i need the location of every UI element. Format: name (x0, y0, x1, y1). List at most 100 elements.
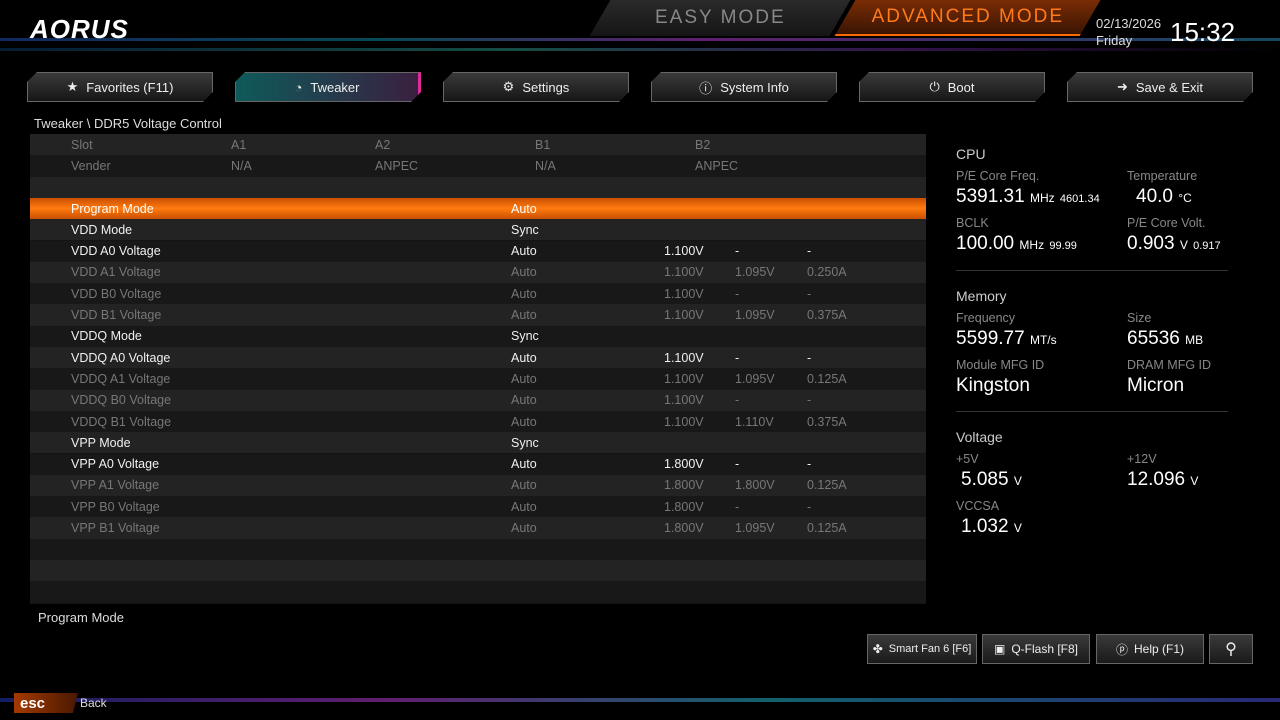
slot-cell: Slot (71, 138, 93, 152)
measured-voltage: - (735, 393, 739, 407)
date-display: 02/13/2026Friday (1096, 15, 1161, 49)
setting-row[interactable]: VDDQ ModeSync (30, 326, 926, 347)
slot-cell: A2 (375, 138, 390, 152)
memory-section-title: Memory (956, 288, 1007, 304)
easy-mode-label: EASY MODE (655, 7, 786, 29)
setting-label: VPP B1 Voltage (71, 521, 160, 535)
cpu-temp: 40.0 °C (1136, 186, 1192, 208)
setting-label: VPP B0 Voltage (71, 500, 160, 514)
tab-tweaker[interactable]: ◔Tweaker (235, 72, 421, 102)
mem-size-label: Size (1127, 311, 1151, 325)
cpu-freq-label: P/E Core Freq. (956, 169, 1039, 183)
q-flash-button[interactable]: ▣Q-Flash [F8] (982, 634, 1090, 664)
setting-row[interactable]: VDDQ A0 VoltageAuto1.100V-- (30, 347, 926, 368)
vccsa: 1.032 V (961, 516, 1022, 538)
measured-voltage: - (735, 500, 739, 514)
slot-cell: Vender (71, 159, 111, 173)
label: Help (F1) (1134, 642, 1184, 656)
help-text: Program Mode (38, 610, 124, 625)
setting-value: Auto (511, 478, 537, 492)
divider (956, 270, 1228, 271)
current-reading: - (807, 287, 811, 301)
value: 5.085 (961, 469, 1009, 490)
target-voltage: 1.100V (664, 308, 704, 322)
setting-label: VDDQ A0 Voltage (71, 351, 170, 365)
esc-button[interactable]: esc (14, 693, 78, 713)
setting-value: Auto (511, 244, 537, 258)
measured-voltage: - (735, 457, 739, 471)
info-icon: ⓘ (699, 78, 712, 97)
setting-label: VDDQ B0 Voltage (71, 393, 171, 407)
bclk-secondary: 99.99 (1049, 240, 1077, 252)
value: 65536 (1127, 328, 1180, 349)
setting-value: Sync (511, 436, 539, 450)
setting-row[interactable]: VPP ModeSync (30, 432, 926, 453)
advanced-mode-button[interactable]: ADVANCED MODE (835, 0, 1101, 36)
setting-row[interactable]: VPP A0 VoltageAuto1.800V-- (30, 454, 926, 475)
current-reading: 0.125A (807, 478, 847, 492)
setting-value: Auto (511, 351, 537, 365)
setting-value: Auto (511, 372, 537, 386)
setting-label: VDD B0 Voltage (71, 287, 161, 301)
setting-row[interactable]: VDD ModeSync (30, 219, 926, 240)
help-button[interactable]: ⓟHelp (F1) (1096, 634, 1204, 664)
setting-value: Auto (511, 308, 537, 322)
setting-row[interactable]: Program ModeAuto (30, 198, 926, 219)
chip-icon: ▣ (994, 642, 1005, 656)
v5-label: +5V (956, 452, 979, 466)
tab-save-exit[interactable]: ➜Save & Exit (1067, 72, 1253, 102)
setting-row: VDD B0 VoltageAuto1.100V-- (30, 283, 926, 304)
star-folder-icon: ★ (67, 79, 79, 95)
setting-label: VDD Mode (71, 223, 132, 237)
empty-row (30, 560, 926, 581)
easy-mode-button[interactable]: EASY MODE (590, 0, 851, 36)
slot-cell: N/A (231, 159, 252, 173)
smart-fan-button[interactable]: ✤Smart Fan 6 [F6] (867, 634, 977, 664)
tab-boot[interactable]: ⏻Boot (859, 72, 1045, 102)
value: 100.00 (956, 233, 1014, 254)
setting-row[interactable]: VDD A0 VoltageAuto1.100V-- (30, 241, 926, 262)
clock: 15:32 (1170, 17, 1235, 48)
module-mfg: Kingston (956, 375, 1030, 397)
mem-freq-label: Frequency (956, 311, 1015, 325)
unit: V (1014, 521, 1022, 535)
tab-system-info[interactable]: ⓘ System Info (651, 72, 837, 102)
setting-label: VPP A1 Voltage (71, 478, 159, 492)
e-core-freq: 4601.34 (1060, 193, 1100, 205)
slot-cell: ANPEC (375, 159, 418, 173)
tab-label: System Info (720, 80, 789, 95)
dram-mfg: Micron (1127, 375, 1184, 397)
setting-row: VDDQ B0 VoltageAuto1.100V-- (30, 390, 926, 411)
setting-row: VDDQ B1 VoltageAuto1.100V1.110V0.375A (30, 411, 926, 432)
setting-row: VPP B1 VoltageAuto1.800V1.095V0.125A (30, 517, 926, 538)
unit: V (1014, 474, 1022, 488)
e-core-volt: 0.917 (1193, 240, 1221, 252)
setting-row: VDD B1 VoltageAuto1.100V1.095V0.375A (30, 304, 926, 325)
slot-cell: N/A (535, 159, 556, 173)
measured-voltage: - (735, 351, 739, 365)
value: 0.903 (1127, 233, 1175, 254)
search-button[interactable]: ⚲ (1209, 634, 1253, 664)
divider (956, 411, 1228, 412)
header-decoration (0, 38, 1280, 41)
setting-row: VDDQ A1 VoltageAuto1.100V1.095V0.125A (30, 368, 926, 389)
target-voltage: 1.100V (664, 265, 704, 279)
fan-icon: ✤ (873, 642, 883, 656)
target-voltage: 1.100V (664, 287, 704, 301)
setting-label: VDD B1 Voltage (71, 308, 161, 322)
vccsa-label: VCCSA (956, 499, 999, 513)
empty-row (30, 539, 926, 560)
setting-label: VDDQ B1 Voltage (71, 415, 171, 429)
aorus-logo: AORUS (30, 14, 129, 45)
measured-voltage: 1.800V (735, 478, 775, 492)
current-reading: 0.125A (807, 521, 847, 535)
measured-voltage: 1.110V (735, 415, 774, 429)
slot-cell: B2 (695, 138, 710, 152)
setting-value: Auto (511, 415, 537, 429)
setting-label: VDDQ A1 Voltage (71, 372, 170, 386)
value: 40.0 (1136, 186, 1173, 207)
setting-label: VDD A1 Voltage (71, 265, 161, 279)
tab-settings[interactable]: ⚙Settings (443, 72, 629, 102)
slot-cell: B1 (535, 138, 550, 152)
tab-favorites[interactable]: ★Favorites (F11) (27, 72, 213, 102)
